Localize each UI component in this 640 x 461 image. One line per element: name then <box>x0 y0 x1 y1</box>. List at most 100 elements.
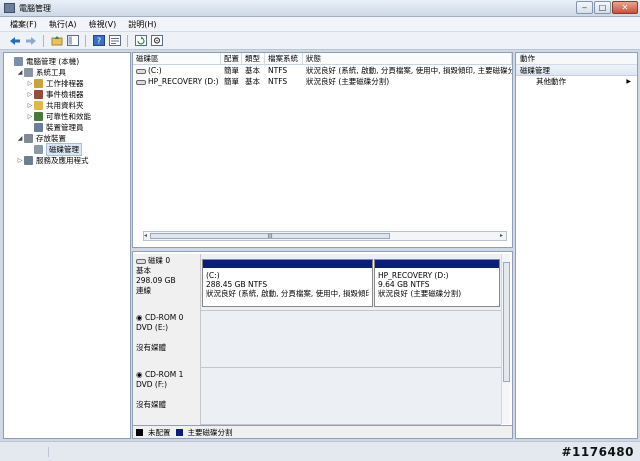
tools-icon <box>24 68 33 77</box>
layout-cell: 簡單 <box>224 66 239 75</box>
disk-size <box>136 333 197 343</box>
up-folder-icon[interactable] <box>50 34 63 47</box>
vertical-scrollbar[interactable] <box>501 254 510 424</box>
volume-list: 磁碟區 配置 類型 檔案系統 狀態 (C:) 簡單 基本 NTFS 狀況良好 (… <box>132 52 513 248</box>
menu-file[interactable]: 檔案(F) <box>10 19 37 30</box>
tree-item[interactable]: ◢ 系統工具 <box>4 67 130 78</box>
filesystem-cell: NTFS <box>268 66 288 75</box>
volume-name: (C:) <box>148 66 162 75</box>
clock-icon <box>34 79 43 88</box>
legend-primary-partition: 主要磁碟分割 <box>187 427 233 437</box>
expand-toggle-icon[interactable]: ◢ <box>16 135 24 142</box>
more-actions-label: 其他動作 <box>536 77 566 86</box>
scrollbar-thumb[interactable]: III <box>150 233 390 240</box>
disk-size <box>136 390 197 400</box>
disk-name: ◉ CD-ROM 0 <box>136 313 184 322</box>
column-header-type[interactable]: 類型 <box>242 53 265 64</box>
legend: 未配置 主要磁碟分割 <box>132 426 513 439</box>
unallocated-swatch <box>136 428 143 436</box>
svg-text:?: ? <box>96 37 100 46</box>
primary-partition-swatch <box>175 428 183 436</box>
toolbar-separator <box>127 34 128 47</box>
partition-d[interactable]: HP_RECOVERY (D:) 9.64 GB NTFS 狀況良好 (主要磁碟… <box>374 259 500 307</box>
expand-toggle-icon[interactable]: ▷ <box>26 80 34 87</box>
device-manager-icon <box>34 123 43 132</box>
scrollbar-thumb[interactable] <box>503 262 510 382</box>
expand-toggle-icon[interactable]: ▷ <box>26 91 34 98</box>
scroll-right-icon[interactable]: ▸ <box>500 232 506 240</box>
performance-icon <box>34 112 43 121</box>
tree-item-label: 共用資料夾 <box>46 101 84 110</box>
expand-toggle-icon[interactable]: ▷ <box>16 157 24 164</box>
cdrom-icon: ◉ <box>136 370 145 379</box>
disk-status: 沒有媒體 <box>136 400 166 409</box>
back-arrow-icon[interactable] <box>8 34 21 47</box>
disk-partitions <box>201 368 501 425</box>
tree-item-label: 系統工具 <box>36 68 66 77</box>
table-row[interactable]: (C:) 簡單 基本 NTFS 狀況良好 (系統, 啟動, 分頁檔案, 使用中,… <box>133 65 512 76</box>
partition-size: 9.64 GB NTFS <box>378 280 430 289</box>
tree-item[interactable]: ▷ 共用資料夾 <box>4 100 130 111</box>
volume-list-header: 磁碟區 配置 類型 檔案系統 狀態 <box>133 53 512 65</box>
settings-icon[interactable] <box>150 34 163 47</box>
tree-item[interactable]: 磁碟管理 <box>4 143 130 156</box>
forward-arrow-icon[interactable] <box>24 34 37 47</box>
status-cell: 狀況良好 (主要磁碟分割) <box>306 77 390 86</box>
more-actions-item[interactable]: 其他動作 ▶ <box>516 76 637 88</box>
tree-item[interactable]: ▷ 事件檢視器 <box>4 89 130 100</box>
actions-title: 動作 <box>516 53 637 65</box>
disk-row[interactable]: ◉ CD-ROM 0 DVD (E:) 沒有媒體 <box>133 311 501 368</box>
horizontal-scrollbar[interactable]: ◂ III ▸ <box>143 231 507 241</box>
partition-c[interactable]: (C:) 288.45 GB NTFS 狀況良好 (系統, 啟動, 分頁檔案, … <box>202 259 373 307</box>
disk-row[interactable]: ◉ CD-ROM 1 DVD (F:) 沒有媒體 <box>133 368 501 425</box>
partition-size: 288.45 GB NTFS <box>206 280 268 289</box>
tree-item[interactable]: ▷ 工作排程器 <box>4 78 130 89</box>
disk-management-icon <box>34 145 43 154</box>
partition-status: 狀況良好 (主要磁碟分割) <box>378 289 462 298</box>
status-cell: 狀況良好 (系統, 啟動, 分頁檔案, 使用中, 損毀傾印, 主要磁碟分 <box>306 66 512 75</box>
drive-icon <box>136 79 146 85</box>
tree-item-label: 工作排程器 <box>46 79 84 88</box>
disk-name: 磁碟 0 <box>136 256 197 266</box>
console-tree-icon[interactable] <box>66 34 79 47</box>
close-button[interactable]: ✕ <box>612 1 638 14</box>
column-header-layout[interactable]: 配置 <box>221 53 242 64</box>
tree-item-label: 裝置管理員 <box>46 123 84 132</box>
disk-row[interactable]: 磁碟 0 基本 298.09 GB 連線 (C:) 288.45 GB NTFS… <box>133 254 501 311</box>
column-header-status[interactable]: 狀態 <box>303 53 512 64</box>
expand-toggle-icon[interactable]: ▷ <box>26 102 34 109</box>
minimize-button[interactable]: ‒ <box>576 1 593 14</box>
tree-item[interactable]: 電腦管理 (本機) <box>4 56 130 67</box>
tree-item[interactable]: 裝置管理員 <box>4 122 130 133</box>
volume-name-cell: (C:) <box>133 65 221 76</box>
disk-graphical-view: 磁碟 0 基本 298.09 GB 連線 (C:) 288.45 GB NTFS… <box>132 251 513 426</box>
disk-label[interactable]: 磁碟 0 基本 298.09 GB 連線 <box>133 254 201 311</box>
disk-icon <box>136 258 146 264</box>
storage-icon <box>24 134 33 143</box>
menu-action[interactable]: 執行(A) <box>49 19 77 30</box>
title-bar[interactable]: 電腦管理 ‒ □ ✕ <box>0 0 640 17</box>
properties-icon[interactable] <box>108 34 121 47</box>
menu-help[interactable]: 說明(H) <box>128 19 156 30</box>
computer-icon <box>14 57 23 66</box>
disk-label[interactable]: ◉ CD-ROM 1 DVD (F:) 沒有媒體 <box>133 368 201 425</box>
partition-status: 狀況良好 (系統, 啟動, 分頁檔案, 使用中, 損毀傾印 <box>206 289 369 298</box>
maximize-button[interactable]: □ <box>594 1 611 14</box>
toolbar-separator <box>43 34 44 47</box>
tree-item-label: 事件檢視器 <box>46 90 84 99</box>
expand-toggle-icon[interactable]: ◢ <box>16 69 24 76</box>
column-header-filesystem[interactable]: 檔案系統 <box>265 53 303 64</box>
column-header-volume[interactable]: 磁碟區 <box>133 53 221 64</box>
status-panel <box>3 447 49 457</box>
menu-view[interactable]: 檢視(V) <box>89 19 117 30</box>
help-icon[interactable]: ? <box>92 34 105 47</box>
disk-label[interactable]: ◉ CD-ROM 0 DVD (E:) 沒有媒體 <box>133 311 201 368</box>
actions-section-disk-management[interactable]: 磁碟管理 <box>516 65 637 76</box>
expand-toggle-icon[interactable]: ▷ <box>26 113 34 120</box>
shared-folder-icon <box>34 101 43 110</box>
tree-item[interactable]: ▷ 服務及應用程式 <box>4 155 130 166</box>
refresh-icon[interactable] <box>134 34 147 47</box>
toolbar: ? <box>0 32 640 50</box>
tree-item[interactable]: ▷ 可靠性和效能 <box>4 111 130 122</box>
table-row[interactable]: HP_RECOVERY (D:) 簡單 基本 NTFS 狀況良好 (主要磁碟分割… <box>133 76 512 87</box>
